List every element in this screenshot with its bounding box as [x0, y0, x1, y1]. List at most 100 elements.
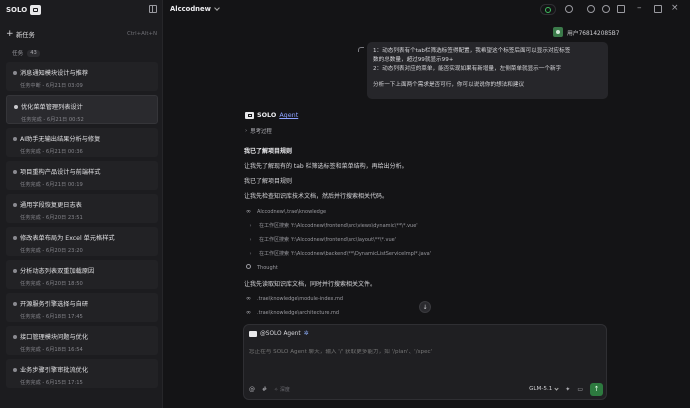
bulb-icon	[246, 264, 251, 269]
task-item[interactable]: 消息通知模块设计与推荐 任务中断 - 6月21日 03:09	[6, 62, 158, 91]
user-message: 1：动态列表有个tab栏筛选标签得配置，我希望这个标签后面可以显示对应标签 数的…	[367, 42, 608, 99]
tasks-label: 任务	[12, 51, 24, 57]
agent-text: 我已了解项目规则	[244, 148, 293, 155]
mention-icon[interactable]: @	[249, 386, 255, 393]
task-status-icon	[13, 301, 17, 306]
tasks-header: 任务 43	[12, 49, 40, 57]
project-selector[interactable]: Alccodnew	[170, 5, 220, 13]
task-title: 通用字段恢复更日志表	[20, 202, 82, 209]
link-icon: ∞	[246, 208, 251, 215]
task-title: 项目重构产品设计与前端样式	[20, 169, 101, 176]
task-status: 任务完成 - 6月18日 16:54	[20, 347, 83, 353]
composer-toolbar: @ # ✧ 深度 GLM-5.1 ✦ ▭ ↑	[249, 382, 603, 396]
tool-call[interactable]: ∞ .trae\knowledge\architecture.md	[245, 309, 339, 316]
sparkle-icon: ✲	[303, 330, 309, 337]
task-item[interactable]: 项目重构产品设计与前端样式 任务完成 - 6月21日 00:19	[6, 161, 158, 190]
task-title: 分析动态列表双重加载原因	[20, 268, 95, 275]
close-icon[interactable]: ×	[671, 3, 679, 13]
task-item[interactable]: 开源服务引擎选择与自研 任务完成 - 6月18日 17:45	[6, 293, 158, 322]
user-message-line	[373, 73, 602, 81]
tool-call[interactable]: ∞ .trae\knowledge\module-index.md	[245, 295, 343, 302]
task-item[interactable]: 接口管理模块问题与优化 任务完成 - 6月18日 16:54	[6, 326, 158, 355]
sidebar: SOLO + 新任务 Ctrl+Alt+N 任务 43 消息通知模块设计与推荐 …	[0, 0, 163, 408]
scroll-down-button[interactable]: ↓	[419, 301, 431, 313]
chevron-right-icon: ›	[249, 222, 252, 229]
account-icon[interactable]	[602, 5, 610, 13]
tool-call[interactable]: › 在工作区搜索 'f:\Alccodnew\backend\**\Dynami…	[247, 250, 432, 258]
task-status: 任务完成 - 6月20日 23:20	[20, 248, 83, 254]
composer-mention[interactable]: @SOLO Agent ✲	[249, 330, 309, 337]
tool-text: Alccodnew\.trae\knowledge	[257, 208, 327, 215]
sparkle-icon[interactable]: ✦	[565, 386, 570, 393]
agent-suffix: Agent	[279, 111, 299, 119]
thought-item[interactable]: Thought	[245, 264, 278, 271]
status-toggle[interactable]	[540, 4, 556, 15]
task-item[interactable]: 修改表单布局为 Excel 单元格样式 任务完成 - 6月20日 23:20	[6, 227, 158, 256]
task-title: 消息通知模块设计与推荐	[20, 70, 89, 77]
task-item[interactable]: 分析动态列表双重加载原因 任务完成 - 6月20日 18:50	[6, 260, 158, 289]
chevron-down-icon	[214, 5, 220, 11]
deep-option[interactable]: ✧ 深度	[274, 386, 290, 393]
user-message-line: 2：动态列表对应的菜单，能否实现如果有新增量，左侧菜单就显示一个新字	[373, 65, 562, 72]
send-button[interactable]: ↑	[590, 382, 603, 396]
minimize-icon[interactable]: –	[637, 3, 642, 13]
task-title: 开源服务引擎选择与自研	[20, 301, 89, 308]
task-status-icon	[13, 334, 17, 339]
undo-icon[interactable]	[358, 47, 364, 52]
chat-input[interactable]	[249, 349, 599, 355]
thinking-toggle[interactable]: › 思考过程	[245, 127, 272, 135]
task-status: 任务完成 - 6月21日 00:36	[20, 149, 83, 155]
logo: SOLO	[6, 5, 42, 15]
task-status-icon	[13, 202, 17, 207]
chevron-right-icon: ›	[249, 236, 252, 243]
task-item[interactable]: 业务步骤引擎审批流优化 任务完成 - 6月15日 17:15	[6, 359, 158, 388]
hash-icon[interactable]: #	[262, 386, 267, 393]
arrow-down-icon: ↓	[422, 303, 428, 311]
user-message-line: 1：动态列表有个tab栏筛选标签得配置，我希望这个标签后面可以显示对应标签	[373, 48, 571, 54]
task-item[interactable]: 通用字段恢复更日志表 任务完成 - 6月20日 23:51	[6, 194, 158, 223]
arrow-up-icon: ↑	[593, 385, 600, 393]
plus-icon: +	[6, 28, 14, 39]
task-item[interactable]: AI助手无输出结果分析与修复 任务完成 - 6月21日 00:36	[6, 128, 158, 157]
agent-text: 让我先读取知识库文档，同时并行搜索相关文件。	[244, 281, 377, 288]
task-status-icon	[13, 367, 17, 372]
tool-text: .trae\knowledge\module-index.md	[257, 295, 344, 302]
settings-icon[interactable]	[587, 5, 595, 13]
agent-text: 我已了解项目规则	[244, 178, 293, 185]
link-icon: ∞	[246, 309, 251, 316]
new-task-button[interactable]: + 新任务 Ctrl+Alt+N	[6, 27, 157, 41]
chat-icon[interactable]	[565, 5, 573, 13]
task-status: 任务完成 - 6月15日 17:15	[20, 380, 83, 386]
task-status-icon	[13, 136, 17, 141]
layout-icon[interactable]	[617, 5, 625, 13]
task-status-icon	[13, 268, 17, 273]
tool-call[interactable]: › 在工作区搜索 'f:\Alccodnew\frontend\src\layo…	[247, 236, 397, 244]
task-status: 任务中断 - 6月21日 03:09	[20, 83, 83, 89]
agent-text: 让我先检查知识库技术文档，然后并行搜索相关代码。	[244, 193, 389, 200]
task-status: 任务完成 - 6月20日 23:51	[20, 215, 83, 221]
tool-text: 在工作区搜索 'f:\Alccodnew\frontend\src\layout…	[259, 237, 397, 243]
tool-call[interactable]: ∞ Alccodnew\.trae\knowledge	[245, 208, 326, 215]
task-list: 消息通知模块设计与推荐 任务中断 - 6月21日 03:09 优化菜单管理列表设…	[6, 62, 158, 392]
attach-icon[interactable]: ▭	[577, 386, 583, 393]
tool-call[interactable]: › 在工作区搜索 'f:\Alccodnew\frontend\src\view…	[247, 222, 418, 230]
task-item[interactable]: 优化菜单管理列表设计 任务完成 - 6月21日 00:52	[6, 95, 158, 124]
task-title: 修改表单布局为 Excel 单元格样式	[20, 235, 115, 242]
task-status-icon	[14, 104, 18, 109]
task-title: AI助手无输出结果分析与修复	[20, 136, 101, 143]
maximize-icon[interactable]	[654, 5, 662, 13]
tool-text: 在工作区搜索 'f:\Alccodnew\backend\**\DynamicL…	[259, 251, 432, 257]
model-selector[interactable]: GLM-5.1	[529, 385, 559, 392]
link-icon: ∞	[246, 295, 251, 302]
status-icon	[545, 6, 551, 13]
new-task-shortcut: Ctrl+Alt+N	[127, 31, 157, 37]
task-status-icon	[13, 235, 17, 240]
user-header: 用户768142085B7	[553, 27, 619, 37]
user-message-line: 分析一下上面两个需求是否可行，你可以说说你的想法和建议	[373, 82, 525, 89]
tool-text: .trae\knowledge\architecture.md	[257, 309, 340, 316]
task-status: 任务完成 - 6月18日 17:45	[20, 314, 83, 320]
sidebar-toggle-icon[interactable]	[149, 5, 157, 13]
chat-area: 用户768142085B7 1：动态列表有个tab栏筛选标签得配置，我希望这个标…	[163, 20, 690, 408]
tasks-count-badge: 43	[27, 49, 40, 57]
task-status: 任务完成 - 6月20日 18:50	[20, 281, 83, 287]
